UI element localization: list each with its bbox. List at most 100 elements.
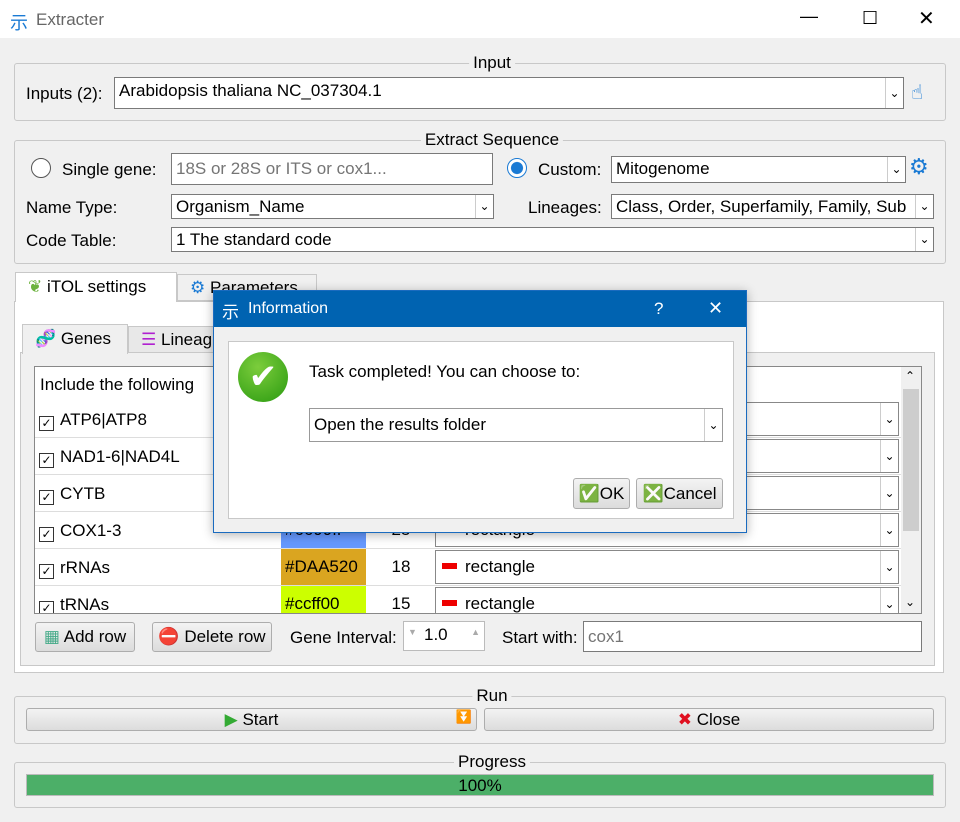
custom-combo[interactable]: Mitogenome ⌄ xyxy=(611,156,906,183)
information-dialog: ⽰ Information ? ✕ ✔ Task completed! You … xyxy=(213,290,747,533)
double-chevron-down-icon[interactable]: ⏬ xyxy=(456,709,472,725)
tab-itol-settings[interactable]: ❦ iTOL settings xyxy=(15,272,177,302)
gene-checkbox-cell[interactable]: ✓ ATP6|ATP8 xyxy=(39,410,147,431)
inputs-combo[interactable]: Arabidopsis thaliana NC_037304.1 ⌄ xyxy=(114,77,904,109)
shape-value: rectangle xyxy=(465,557,535,576)
checkbox[interactable]: ✓ xyxy=(39,490,54,505)
custom-value: Mitogenome xyxy=(616,159,710,178)
gene-checkbox-cell[interactable]: ✓ CYTB xyxy=(39,484,105,505)
dialog-close-button[interactable]: ✕ xyxy=(708,298,723,319)
ok-button[interactable]: ✅OK xyxy=(573,478,630,509)
gear-icon: ⚙ xyxy=(190,278,206,297)
subtab-genes[interactable]: 🧬 Genes xyxy=(22,324,128,354)
checkbox[interactable]: ✓ xyxy=(39,453,54,468)
single-gene-radio[interactable] xyxy=(31,158,51,178)
custom-radio[interactable] xyxy=(507,158,527,178)
gene-color-cell[interactable]: #DAA520 xyxy=(281,549,366,585)
subtab-label: Genes xyxy=(60,329,111,348)
lineages-combo[interactable]: Class, Order, Superfamily, Family, Sub ⌄ xyxy=(611,194,934,219)
success-check-icon: ✔ xyxy=(238,352,288,402)
help-button[interactable]: ? xyxy=(654,299,663,319)
gene-checkbox-cell[interactable]: ✓ tRNAs xyxy=(39,595,110,614)
close-label: Close xyxy=(696,710,741,729)
scrollbar[interactable]: ⌃ ⌄ xyxy=(901,367,921,613)
checkbox[interactable]: ✓ xyxy=(39,527,54,542)
chevron-down-icon: ⌄ xyxy=(704,409,722,441)
scroll-down-icon[interactable]: ⌄ xyxy=(905,595,915,609)
checkbox[interactable]: ✓ xyxy=(39,416,54,431)
inputs-value: Arabidopsis thaliana NC_037304.1 xyxy=(119,81,382,100)
tree-icon: ⽰ xyxy=(10,13,28,33)
chevron-down-icon: ⌄ xyxy=(880,477,898,509)
name-type-combo[interactable]: Organism_Name ⌄ xyxy=(171,194,494,219)
cancel-button[interactable]: ❎Cancel xyxy=(636,478,723,509)
action-combo[interactable]: Open the results folder ⌄ xyxy=(309,408,723,442)
start-button[interactable]: ▶ Start ⏬ xyxy=(26,708,477,731)
lineages-value: Class, Order, Superfamily, Family, Sub xyxy=(616,197,907,216)
single-gene-input[interactable] xyxy=(171,153,493,185)
gene-interval-spinbox[interactable]: 1.0 ▼ ▲ xyxy=(403,621,485,651)
chevron-down-icon: ⌄ xyxy=(880,588,898,613)
add-row-button[interactable]: ▦ Add row xyxy=(35,622,135,652)
checkbox[interactable]: ✓ xyxy=(39,601,54,613)
code-table-combo[interactable]: 1 The standard code ⌄ xyxy=(171,227,934,252)
shape-value: rectangle xyxy=(465,594,535,613)
gene-checkbox-cell[interactable]: ✓ rRNAs xyxy=(39,558,110,579)
ok-label: OK xyxy=(599,484,625,503)
database-icon: ☰ xyxy=(141,330,157,349)
chevron-down-icon: ⌄ xyxy=(885,78,903,108)
progress-bar: 100% xyxy=(26,774,934,796)
table-header: Include the following xyxy=(40,375,195,394)
check-icon: ✅ xyxy=(578,484,600,503)
dna-icon: 🧬 xyxy=(35,329,57,348)
progress-text: 100% xyxy=(458,776,502,795)
chevron-down-icon: ⌄ xyxy=(880,440,898,472)
rectangle-shape-icon xyxy=(442,563,457,569)
chevron-down-icon: ⌄ xyxy=(880,551,898,583)
chevron-down-icon: ⌄ xyxy=(880,514,898,546)
lineages-label: Lineages: xyxy=(528,198,602,217)
gene-size-cell[interactable]: 18 xyxy=(366,557,436,577)
gene-color-cell[interactable]: #ccff00 xyxy=(281,586,366,613)
cancel-label: Cancel xyxy=(663,484,717,503)
dialog-body: ✔ Task completed! You can choose to: Ope… xyxy=(228,341,734,519)
input-group-title: Input xyxy=(469,53,515,73)
dialog-message: Task completed! You can choose to: xyxy=(309,362,581,381)
scroll-up-icon[interactable]: ⌃ xyxy=(905,369,915,383)
play-icon: ▶ xyxy=(224,710,238,729)
chevron-down-icon: ⌄ xyxy=(880,403,898,435)
decrement-icon[interactable]: ▼ xyxy=(408,627,417,637)
gene-name: CYTB xyxy=(60,484,106,503)
close-button[interactable]: ✖ Close xyxy=(484,708,934,731)
gene-shape-combo[interactable]: rectangle ⌄ xyxy=(435,587,899,613)
tab-label: iTOL settings xyxy=(46,277,147,296)
checkbox[interactable]: ✓ xyxy=(39,564,54,579)
gene-shape-combo[interactable]: rectangle ⌄ xyxy=(435,550,899,584)
close-x-icon: ✖ xyxy=(677,710,693,729)
delete-row-button[interactable]: ⛔ Delete row xyxy=(152,622,272,652)
increment-icon[interactable]: ▲ xyxy=(471,627,480,637)
gear-icon[interactable]: ⚙ xyxy=(909,154,929,180)
subtab-label: Lineag xyxy=(160,330,213,349)
chevron-down-icon: ⌄ xyxy=(915,195,933,218)
window-close-button[interactable]: ✕ xyxy=(918,6,935,31)
start-with-input[interactable] xyxy=(583,621,922,652)
minimize-button[interactable]: — xyxy=(800,6,818,27)
maximize-button[interactable]: ☐ xyxy=(862,8,878,29)
name-type-value: Organism_Name xyxy=(176,197,305,216)
scroll-thumb[interactable] xyxy=(903,389,919,531)
single-gene-label: Single gene: xyxy=(62,160,157,179)
gene-name: tRNAs xyxy=(60,595,110,614)
table-row: ✓ rRNAs #DAA520 18 rectangle ⌄ xyxy=(35,549,915,586)
custom-label: Custom: xyxy=(538,160,602,179)
name-type-label: Name Type: xyxy=(26,198,118,217)
tree-icon: ⽰ xyxy=(222,303,239,322)
code-table-value: 1 The standard code xyxy=(176,230,332,249)
gene-checkbox-cell[interactable]: ✓ COX1-3 xyxy=(39,521,121,542)
gene-checkbox-cell[interactable]: ✓ NAD1-6|NAD4L xyxy=(39,447,180,468)
title-bar: ⽰ Extracter — ☐ ✕ xyxy=(0,0,960,38)
cancel-x-icon: ❎ xyxy=(642,484,664,503)
gene-size-cell[interactable]: 15 xyxy=(366,594,436,613)
start-label: Start xyxy=(242,710,279,729)
pointer-hand-icon[interactable]: ☝ xyxy=(911,80,923,105)
